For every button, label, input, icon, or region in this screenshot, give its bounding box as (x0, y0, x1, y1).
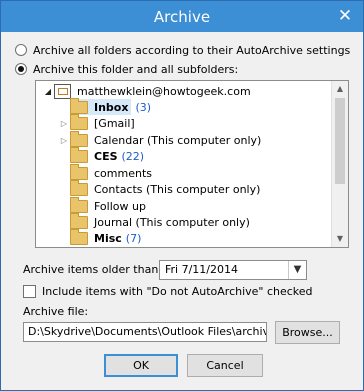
chevron-down-icon[interactable]: ▼ (288, 261, 306, 279)
tree-node-label: [Gmail] (94, 116, 135, 130)
account-icon (54, 83, 71, 99)
tree-node-label: comments (94, 166, 152, 180)
scroll-up-icon[interactable]: ▲ (332, 81, 348, 97)
archive-dialog: Archive ✕ Archive all folders according … (0, 0, 364, 391)
tree-node-contacts[interactable]: Contacts (This computer only) (58, 179, 261, 197)
tree-node-misc[interactable]: Misc (7) (58, 228, 142, 246)
archive-file-value: D:\Skydrive\Documents\Outlook Files\arch… (28, 325, 267, 338)
tree-node-label: Calendar (This computer only) (94, 133, 262, 147)
tree-node-ces[interactable]: CES (22) (58, 146, 145, 164)
tree-node-journal[interactable]: Journal (This computer only) (58, 212, 250, 230)
archive-this-label: Archive this folder and all subfolders: (33, 62, 239, 76)
archive-date-combobox[interactable]: Fri 7/11/2014 ▼ (159, 260, 307, 280)
archive-file-field[interactable]: D:\Skydrive\Documents\Outlook Files\arch… (23, 322, 267, 342)
tree-node-calendar[interactable]: ▷ Calendar (This computer only) (58, 130, 262, 148)
folder-icon (70, 163, 88, 180)
archive-all-radio[interactable] (15, 44, 27, 56)
expand-arrow-icon[interactable]: ▷ (58, 132, 70, 148)
selected-inbox[interactable]: Inbox (70, 97, 132, 115)
ok-button[interactable]: OK (104, 354, 178, 377)
account-label: matthewklein@howtogeek.com (77, 84, 251, 98)
browse-button[interactable]: Browse... (275, 321, 340, 344)
tree-node-label: Misc (94, 231, 122, 245)
collapse-arrow-icon[interactable]: ◢ (42, 83, 54, 99)
tree-node-label: Inbox (94, 100, 129, 114)
unread-count: (3) (135, 100, 152, 114)
cancel-button[interactable]: Cancel (187, 354, 263, 377)
archive-all-label: Archive all folders according to their A… (33, 43, 351, 57)
title-bar: Archive ✕ (1, 1, 363, 32)
archive-all-option[interactable]: Archive all folders according to their A… (15, 41, 350, 59)
scroll-down-icon[interactable]: ▼ (332, 231, 348, 247)
dialog-body: Archive all folders according to their A… (1, 32, 363, 390)
close-icon[interactable]: ✕ (333, 7, 357, 25)
window-title: Archive (153, 8, 211, 26)
contacts-icon (70, 179, 88, 196)
unread-count: (7) (125, 231, 142, 245)
archive-date-value: Fri 7/11/2014 (165, 263, 239, 276)
folder-tree[interactable]: ◢ matthewklein@howtogeek.com Inbox (3) ▷… (35, 80, 349, 248)
scroll-thumb[interactable] (335, 98, 345, 184)
unread-count: (22) (121, 149, 145, 163)
tree-node-label: CES (94, 149, 118, 163)
calendar-icon (70, 130, 88, 147)
tree-node-gmail[interactable]: ▷ [Gmail] (58, 113, 135, 131)
include-no-autoarchive-checkbox[interactable] (23, 284, 36, 298)
tree-scrollbar[interactable]: ▲ ▼ (331, 81, 348, 247)
archive-this-radio[interactable] (15, 63, 27, 75)
inbox-icon (70, 97, 88, 114)
tree-node-label: Journal (This computer only) (94, 215, 250, 229)
include-no-autoarchive-label: Include items with "Do not AutoArchive" … (42, 284, 313, 298)
folder-icon (70, 146, 88, 163)
journal-icon (70, 212, 88, 229)
archive-this-option[interactable]: Archive this folder and all subfolders: (15, 60, 238, 78)
tree-node-label: Follow up (94, 199, 146, 213)
folder-icon (70, 228, 88, 245)
expand-arrow-icon[interactable]: ▷ (58, 115, 70, 131)
archive-older-label: Archive items older than: (23, 263, 162, 276)
include-no-autoarchive-option[interactable]: Include items with "Do not AutoArchive" … (23, 282, 313, 300)
archive-file-label: Archive file: (23, 305, 89, 318)
folder-icon (70, 113, 88, 130)
tree-node-label: Contacts (This computer only) (94, 182, 261, 196)
folder-icon (70, 196, 88, 213)
